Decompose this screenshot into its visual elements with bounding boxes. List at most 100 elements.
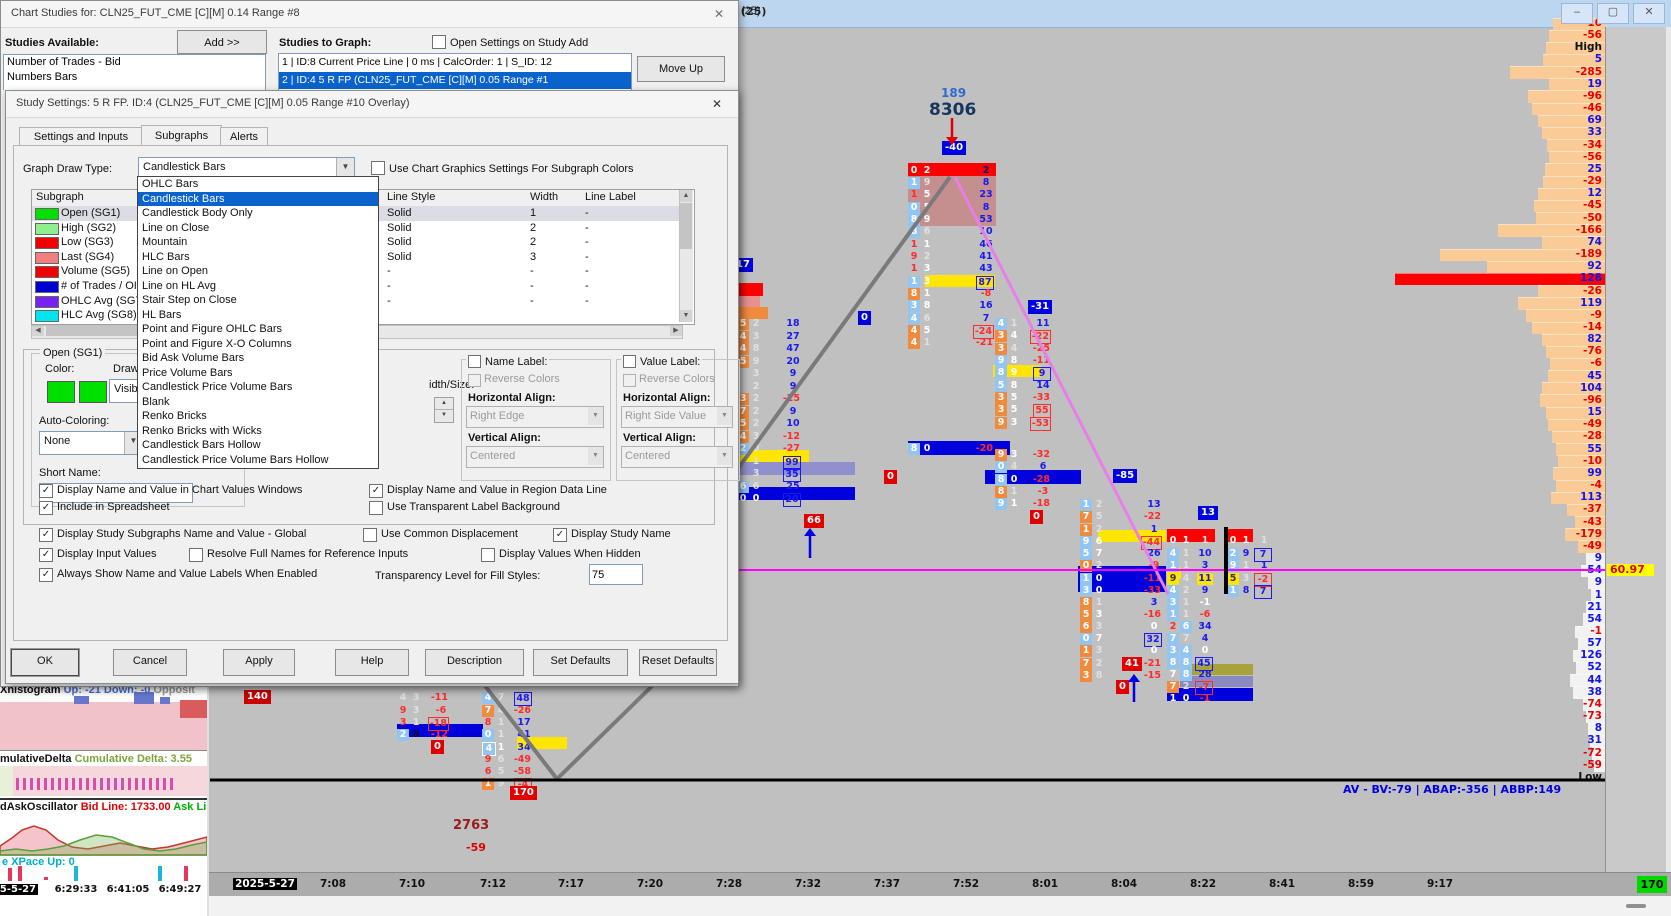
draw-type-option[interactable]: Line on Open	[138, 264, 378, 279]
price-scale[interactable]: 61.4261.4061.3861.3661.3461.3261.3061.28…	[1605, 27, 1667, 872]
settings-checkbox[interactable]	[189, 548, 203, 562]
auto-coloring-combo[interactable]: None ▼	[39, 431, 143, 455]
settings-checkbox[interactable]: ✓	[39, 484, 53, 498]
draw-type-option[interactable]: OHLC Bars	[138, 177, 378, 192]
scroll-up-arrow-icon[interactable]: ▲	[680, 190, 692, 202]
draw-type-option[interactable]: Candlestick Bars Hollow	[138, 438, 378, 453]
draw-type-option[interactable]: Renko Bricks with Wicks	[138, 424, 378, 439]
draw-type-option[interactable]: Renko Bricks	[138, 409, 378, 424]
name-label-checkbox[interactable]	[468, 355, 481, 369]
transparency-input[interactable]	[589, 564, 643, 585]
horizontal-align-combo[interactable]: Right Edge ▼	[466, 406, 604, 428]
settings-checkbox[interactable]: ✓	[553, 528, 567, 542]
draw-type-option[interactable]: HL Bars	[138, 308, 378, 323]
minimize-button[interactable]: –	[1561, 3, 1593, 24]
studies-available-list[interactable]: Number of Trades - Bid Numbers Bars	[3, 54, 266, 90]
draw-type-option[interactable]: Line on HL Avg	[138, 279, 378, 294]
draw-type-option[interactable]: Blank	[138, 395, 378, 410]
draw-type-option[interactable]: Candlestick Body Only	[138, 206, 378, 221]
draw-type-option[interactable]: Point and Figure OHLC Bars	[138, 322, 378, 337]
available-study-item[interactable]: Numbers Bars	[4, 70, 265, 85]
scroll-thumb[interactable]	[680, 203, 692, 249]
graphed-study-item[interactable]: 2 | ID:4 5 R FP (CLN25_FUT_CME [C][M] 0.…	[279, 71, 631, 89]
spinner-down-icon[interactable]: ▼	[435, 410, 453, 421]
left-study-panels[interactable]: Xhistogram Up: -21 Down: -0 Opposit mula…	[0, 682, 209, 916]
apply-button[interactable]: Apply	[223, 649, 295, 676]
footprint-delta-cell: 9	[789, 406, 797, 417]
tab-subgraphs[interactable]: Subgraphs	[141, 125, 222, 146]
close-icon[interactable]: ✕	[710, 6, 728, 22]
resize-handle[interactable]	[1626, 904, 1646, 908]
graphed-study-item[interactable]: 1 | ID:8 Current Price Line | 0 ms | Cal…	[279, 54, 631, 72]
scroll-left-arrow-icon[interactable]: ◀	[32, 326, 44, 336]
draw-type-option[interactable]: Stair Step on Close	[138, 293, 378, 308]
cancel-button[interactable]: Cancel	[113, 649, 187, 676]
available-study-item[interactable]: Number of Trades - Bid	[4, 55, 265, 70]
footprint-mid-cell: 5	[1010, 404, 1018, 415]
vertical-align-combo[interactable]: Centered ▼	[621, 446, 733, 468]
move-up-button[interactable]: Move Up	[637, 56, 725, 82]
ok-button[interactable]: OK	[10, 648, 80, 677]
settings-checkbox[interactable]: ✓	[39, 528, 53, 542]
width-size-spinner[interactable]: ▲ ▼	[434, 397, 454, 423]
time-axis[interactable]: 2025-5-27 7:08 7:10 7:12 7:17 7:20 7:28 7:32 7:3…	[207, 872, 1671, 897]
tab-settings-and-inputs[interactable]: Settings and Inputs	[19, 127, 143, 147]
chevron-down-icon[interactable]: ▼	[717, 407, 732, 425]
draw-type-option[interactable]: Line on Close	[138, 221, 378, 236]
settings-checkbox[interactable]: ✓	[39, 501, 53, 515]
vertical-scrollbar[interactable]: ▲ ▼	[679, 190, 693, 322]
draw-type-option[interactable]: Bid Ask Volume Bars	[138, 351, 378, 366]
chart-studies-titlebar[interactable]: Chart Studies for: CLN25_FUT_CME [C][M] …	[1, 1, 738, 28]
scroll-right-arrow-icon[interactable]: ▶	[670, 326, 682, 336]
chevron-down-icon[interactable]: ▼	[717, 447, 732, 465]
draw-type-option[interactable]: Mountain	[138, 235, 378, 250]
footprint-row: 3 4 -22	[995, 330, 1051, 344]
reset-defaults-button[interactable]: Reset Defaults	[639, 649, 717, 676]
footprint-delta-cell: 43	[979, 263, 993, 274]
scroll-down-arrow-icon[interactable]: ▼	[680, 310, 692, 322]
draw-type-option[interactable]: Candlestick Bars	[138, 191, 378, 206]
footprint-bid-cell: 3	[1080, 670, 1092, 682]
description-button[interactable]: Description	[425, 649, 524, 676]
draw-type-option[interactable]: Candlestick Price Volume Bars Hollow	[138, 453, 378, 468]
footprint-row: 1 3 87	[908, 276, 994, 290]
draw-type-option[interactable]: Point and Figure X-O Columns	[138, 337, 378, 352]
draw-type-option[interactable]: Candlestick Price Volume Bars	[138, 380, 378, 395]
studies-to-graph-list[interactable]: 1 | ID:8 Current Price Line | 0 ms | Cal…	[278, 53, 632, 91]
chevron-down-icon[interactable]: ▼	[336, 158, 354, 178]
footprint-row: 05 8	[908, 202, 994, 214]
graph-draw-type-dropdown[interactable]: OHLC Bars Candlestick Bars Candlestick Bod…	[137, 176, 379, 469]
close-icon[interactable]: ✕	[708, 96, 726, 112]
settings-checkbox[interactable]: ✓	[39, 568, 53, 582]
chevron-down-icon[interactable]: ▼	[588, 407, 603, 425]
reverse-colors-checkbox[interactable]	[623, 374, 636, 387]
footprint-mid-cell: 2	[1182, 681, 1190, 692]
chevron-down-icon[interactable]: ▼	[588, 447, 603, 465]
add-study-button[interactable]: Add >>	[177, 30, 267, 54]
draw-type-option[interactable]: Price Volume Bars	[138, 366, 378, 381]
use-chart-graphics-checkbox[interactable]	[371, 161, 385, 175]
help-button[interactable]: Help	[335, 649, 409, 676]
settings-checkbox[interactable]	[369, 501, 383, 515]
color-swatch[interactable]	[47, 381, 75, 403]
settings-checkbox[interactable]: ✓	[39, 548, 53, 562]
settings-checkbox[interactable]: ✓	[369, 484, 383, 498]
footprint-bid-cell: 8	[995, 367, 1007, 379]
tab-alerts[interactable]: Alerts	[220, 127, 268, 147]
spinner-up-icon[interactable]: ▲	[435, 398, 453, 410]
open-settings-checkbox[interactable]	[432, 35, 446, 49]
value-label-checkbox[interactable]	[623, 355, 636, 369]
close-window-button[interactable]: ✕	[1633, 3, 1665, 24]
color-swatch-secondary[interactable]	[79, 381, 107, 403]
reverse-colors-checkbox[interactable]	[468, 374, 481, 387]
vertical-align-combo[interactable]: Centered ▼	[466, 446, 604, 468]
footprint-mid-cell: 2	[1095, 560, 1103, 571]
settings-checkbox[interactable]	[481, 548, 495, 562]
horizontal-align-combo[interactable]: Right Side Value ▼	[621, 406, 733, 428]
draw-type-option[interactable]: HLC Bars	[138, 250, 378, 265]
set-defaults-button[interactable]: Set Defaults	[533, 649, 628, 676]
study-settings-titlebar[interactable]: Study Settings: 5 R FP. ID:4 (CLN25_FUT_…	[6, 91, 738, 118]
footprint-mid-cell: 1	[412, 717, 420, 728]
settings-checkbox[interactable]	[363, 528, 377, 542]
maximize-button[interactable]: ▢	[1597, 3, 1629, 24]
